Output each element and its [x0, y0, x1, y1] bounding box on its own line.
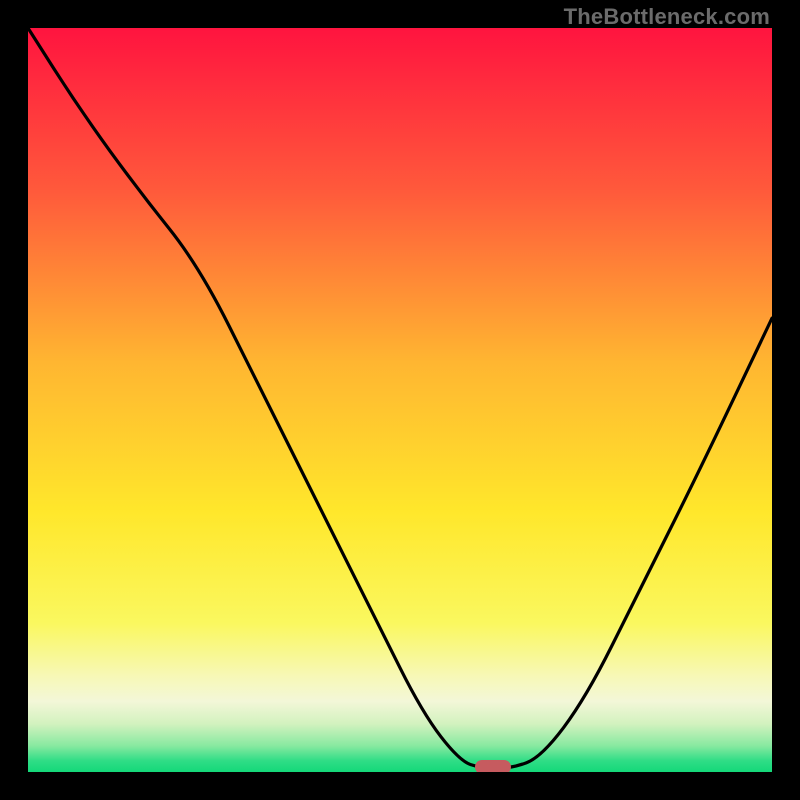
bottleneck-curve: [28, 28, 772, 772]
chart-frame: TheBottleneck.com: [0, 0, 800, 800]
optimal-marker: [475, 760, 511, 772]
plot-area: [28, 28, 772, 772]
watermark-text: TheBottleneck.com: [564, 4, 770, 30]
